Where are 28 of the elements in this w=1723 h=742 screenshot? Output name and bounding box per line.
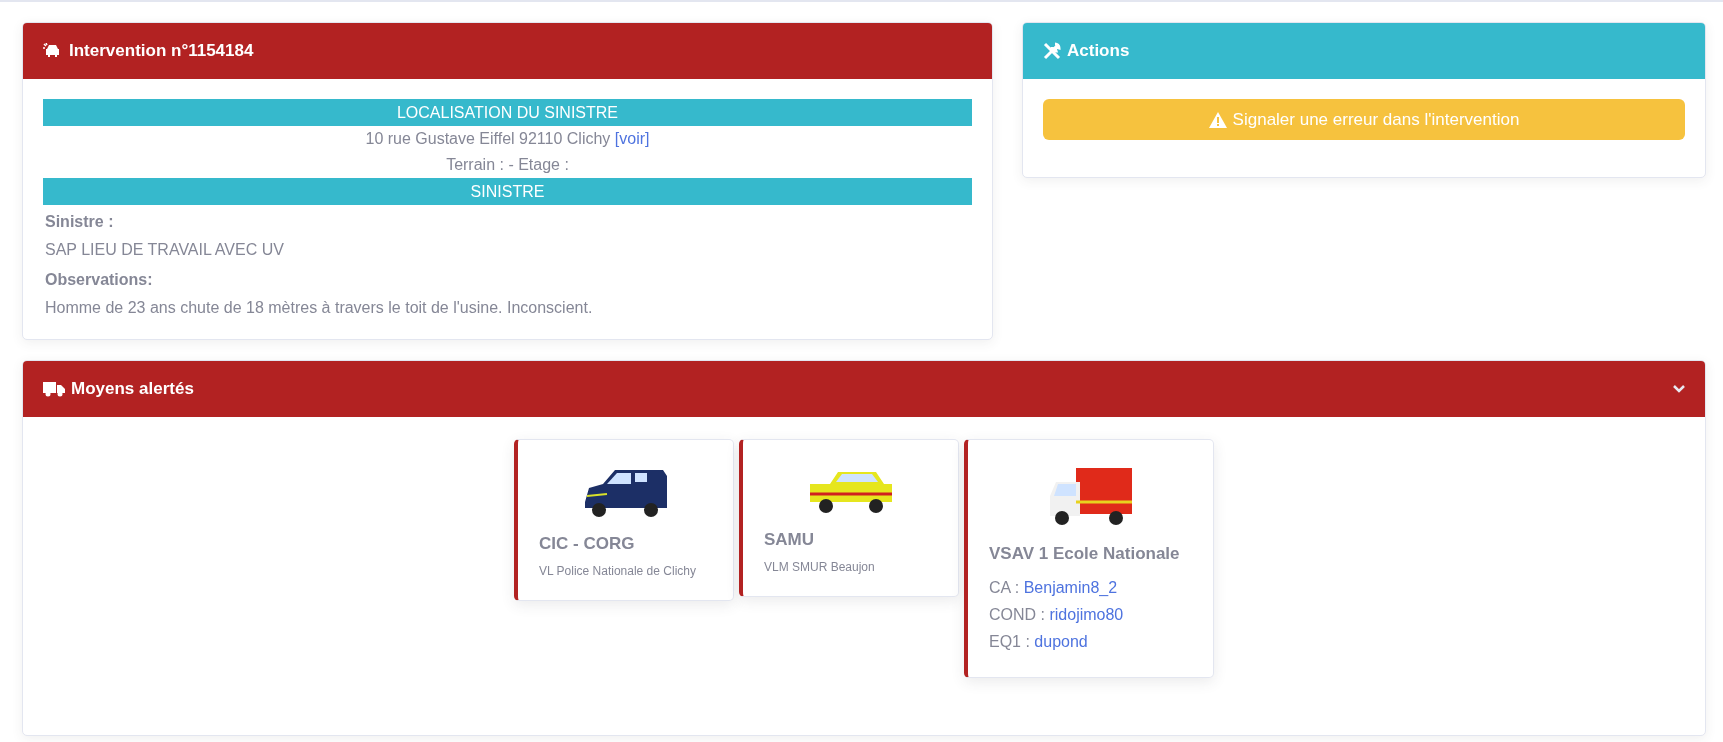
terrain-text: Terrain : - Etage :: [445, 155, 570, 175]
field-value: SAP LIEU DE TRAVAIL AVEC UV: [44, 240, 285, 260]
chevron-icon: [1673, 385, 1685, 393]
tools-icon: [1043, 42, 1061, 60]
map-link[interactable]: [voir]: [614, 130, 650, 147]
unit-name: SAMU: [764, 530, 816, 550]
crew-role: EQ1 :: [989, 633, 1030, 650]
section-heading: LOCALISATION DU SINISTRE: [43, 99, 972, 126]
crew-role: COND :: [989, 606, 1045, 623]
field-label: Sinistre :: [44, 212, 115, 232]
unit-description: VLM SMUR Beaujon: [764, 560, 876, 574]
address-text: 10 rue Gustave Eiffel 92110 Clichy: [365, 130, 611, 147]
unit-description: VL Police Nationale de Clichy: [539, 564, 697, 578]
crew-member-link[interactable]: dupond: [1034, 633, 1088, 650]
card-title: Intervention n°1154184: [69, 41, 254, 61]
crew-member-link[interactable]: ridojimo80: [1049, 606, 1124, 623]
warning-icon: [1208, 111, 1227, 128]
field-value: Homme de 23 ans chute de 18 mètres à travers le toit de l'usine. Inconscient.: [44, 298, 594, 318]
card-title: Actions: [1067, 41, 1130, 61]
section-heading: SINISTRE: [43, 178, 972, 205]
card-title: Moyens alertés: [71, 379, 194, 399]
crew-role: CA :: [989, 579, 1020, 596]
collapse-toggle[interactable]: [1673, 385, 1685, 393]
unit-name: VSAV 1 Ecole Nationale: [989, 544, 1181, 564]
field-label: Observations:: [44, 270, 154, 290]
truck-icon: [43, 381, 65, 397]
unit-name: CIC - CORG: [539, 534, 636, 554]
crew-member-link[interactable]: Benjamin8_2: [1023, 579, 1118, 596]
